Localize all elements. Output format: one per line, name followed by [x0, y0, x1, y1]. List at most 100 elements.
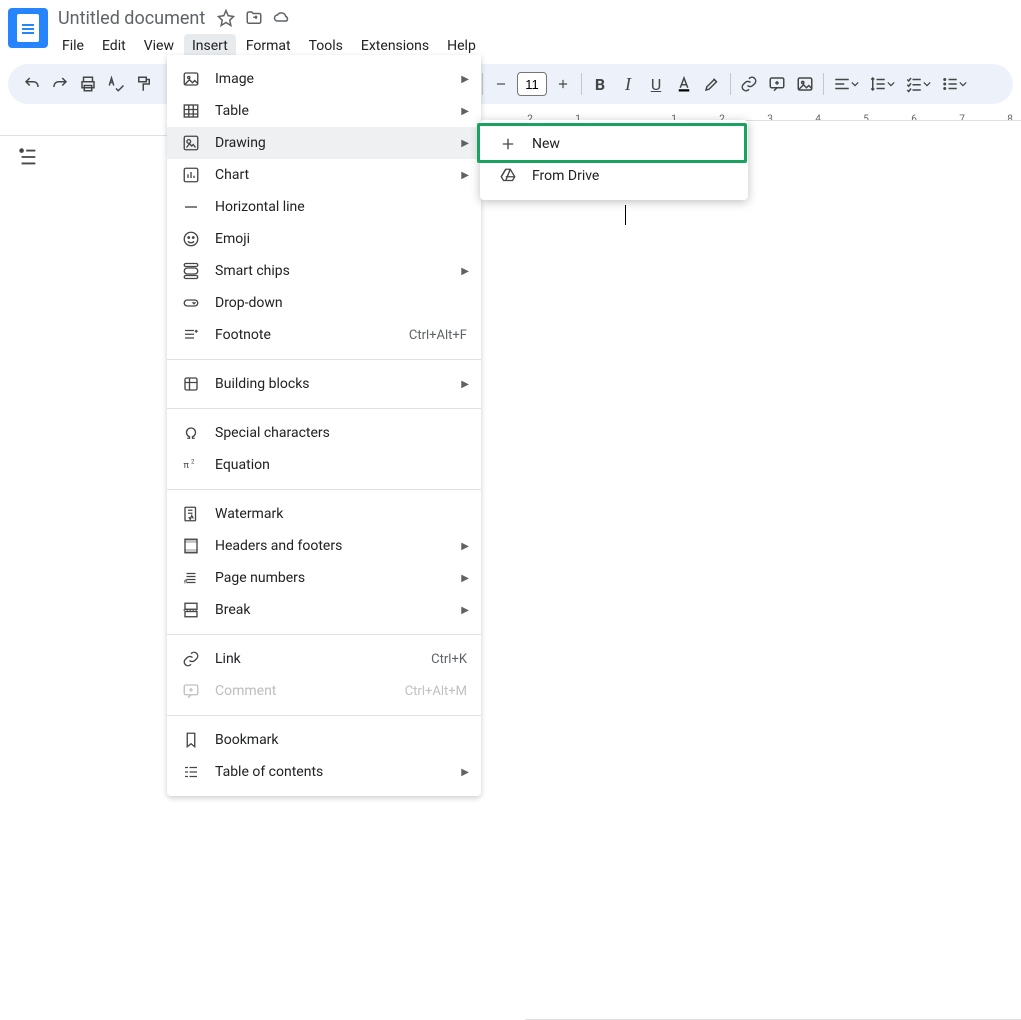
building-blocks-icon [181, 374, 201, 394]
menu-item-bookmark[interactable]: Bookmark [167, 724, 481, 756]
bold-button[interactable]: B [586, 70, 614, 98]
chart-icon [181, 165, 201, 185]
watermark-icon [181, 504, 201, 524]
menu-item-horizontal-line[interactable]: Horizontal line [167, 191, 481, 223]
menu-separator [167, 359, 481, 360]
menu-item-emoji[interactable]: Emoji [167, 223, 481, 255]
docs-logo[interactable] [8, 8, 48, 48]
menu-item-label: Table of contents [215, 764, 467, 780]
submenu-arrow-icon: ▶ [461, 541, 469, 552]
menu-separator [167, 715, 481, 716]
menu-item-label: Link [215, 651, 431, 667]
break-icon [181, 600, 201, 620]
dropdown-icon [181, 293, 201, 313]
menu-item-equation[interactable]: π2Equation [167, 449, 481, 481]
svg-text:#: # [184, 578, 188, 585]
menu-item-footnote[interactable]: FootnoteCtrl+Alt+F [167, 319, 481, 351]
move-folder-icon[interactable] [245, 9, 263, 27]
submenu-arrow-icon: ▶ [461, 170, 469, 181]
menubar-item-file[interactable]: File [54, 34, 92, 58]
menu-item-shortcut: Ctrl+K [431, 652, 467, 667]
menu-item-special-characters[interactable]: Special characters [167, 417, 481, 449]
align-button[interactable] [828, 70, 864, 98]
insert-menu: Image▶Table▶Drawing▶Chart▶Horizontal lin… [167, 55, 481, 796]
menu-item-break[interactable]: Break▶ [167, 594, 481, 626]
menu-item-label: Table [215, 103, 467, 119]
table-icon [181, 101, 201, 121]
cloud-status-icon[interactable] [273, 9, 291, 27]
special-characters-icon [181, 423, 201, 443]
drive-icon [498, 166, 518, 186]
footnote-icon [181, 325, 201, 345]
underline-button[interactable]: U [642, 70, 670, 98]
menu-item-link[interactable]: LinkCtrl+K [167, 643, 481, 675]
menu-item-label: Special characters [215, 425, 467, 441]
bookmark-icon [181, 730, 201, 750]
menu-item-label: Footnote [215, 327, 409, 343]
italic-button[interactable]: I [614, 70, 642, 98]
menu-item-label: Break [215, 602, 467, 618]
submenu-item-new[interactable]: New [480, 128, 748, 160]
show-outline-button[interactable] [11, 140, 45, 174]
add-comment-button[interactable] [763, 70, 791, 98]
menu-separator [167, 634, 481, 635]
menu-item-chart[interactable]: Chart▶ [167, 159, 481, 191]
submenu-arrow-icon: ▶ [461, 106, 469, 117]
menu-item-drop-down[interactable]: Drop-down [167, 287, 481, 319]
font-size-increase-button[interactable] [549, 70, 577, 98]
menu-separator [167, 489, 481, 490]
horizontal-line-icon [181, 197, 201, 217]
redo-button[interactable] [46, 70, 74, 98]
submenu-arrow-icon: ▶ [461, 605, 469, 616]
menu-item-shortcut: Ctrl+Alt+F [409, 328, 467, 343]
submenu-item-from-drive[interactable]: From Drive [480, 160, 748, 192]
bulleted-list-button[interactable] [936, 70, 972, 98]
submenu-arrow-icon: ▶ [461, 266, 469, 277]
header: Untitled document FileEditViewInsertForm… [0, 0, 1021, 60]
spellcheck-button[interactable] [102, 70, 130, 98]
left-sidebar [0, 120, 56, 174]
menu-item-image[interactable]: Image▶ [167, 63, 481, 95]
print-button[interactable] [74, 70, 102, 98]
menu-item-table-of-contents[interactable]: Table of contents▶ [167, 756, 481, 788]
menu-item-label: Comment [215, 683, 405, 699]
checklist-button[interactable] [900, 70, 936, 98]
image-icon [181, 69, 201, 89]
menu-item-label: Image [215, 71, 467, 87]
menu-item-comment: CommentCtrl+Alt+M [167, 675, 481, 707]
smart-chips-icon [181, 261, 201, 281]
link-icon [181, 649, 201, 669]
document-title[interactable]: Untitled document [54, 8, 209, 29]
headers-footers-icon [181, 536, 201, 556]
toolbar: B I U [8, 64, 1013, 104]
menu-item-building-blocks[interactable]: Building blocks▶ [167, 368, 481, 400]
menu-item-watermark[interactable]: Watermark [167, 498, 481, 530]
document-page[interactable] [525, 120, 1021, 1020]
menu-item-page-numbers[interactable]: #Page numbers▶ [167, 562, 481, 594]
drawing-submenu: New From Drive [480, 120, 748, 200]
menu-item-drawing[interactable]: Drawing▶ [167, 127, 481, 159]
submenu-arrow-icon: ▶ [461, 379, 469, 390]
menu-item-headers-and-footers[interactable]: Headers and footers▶ [167, 530, 481, 562]
menu-item-label: Chart [215, 167, 467, 183]
font-size-input[interactable] [517, 72, 547, 96]
paint-format-button[interactable] [130, 70, 158, 98]
page-numbers-icon: # [181, 568, 201, 588]
insert-link-button[interactable] [735, 70, 763, 98]
undo-button[interactable] [18, 70, 46, 98]
menu-item-label: Horizontal line [215, 199, 467, 215]
menubar-item-edit[interactable]: Edit [94, 34, 134, 58]
submenu-item-label: From Drive [532, 168, 730, 184]
line-spacing-button[interactable] [864, 70, 900, 98]
menu-item-smart-chips[interactable]: Smart chips▶ [167, 255, 481, 287]
menu-item-shortcut: Ctrl+Alt+M [405, 684, 467, 699]
highlight-color-button[interactable] [698, 70, 726, 98]
menu-item-table[interactable]: Table▶ [167, 95, 481, 127]
menu-item-label: Drawing [215, 135, 467, 151]
font-size-decrease-button[interactable] [487, 70, 515, 98]
insert-image-button[interactable] [791, 70, 819, 98]
text-color-button[interactable] [670, 70, 698, 98]
star-outline-icon[interactable] [217, 9, 235, 27]
menu-item-label: Bookmark [215, 732, 467, 748]
toc-icon [181, 762, 201, 782]
